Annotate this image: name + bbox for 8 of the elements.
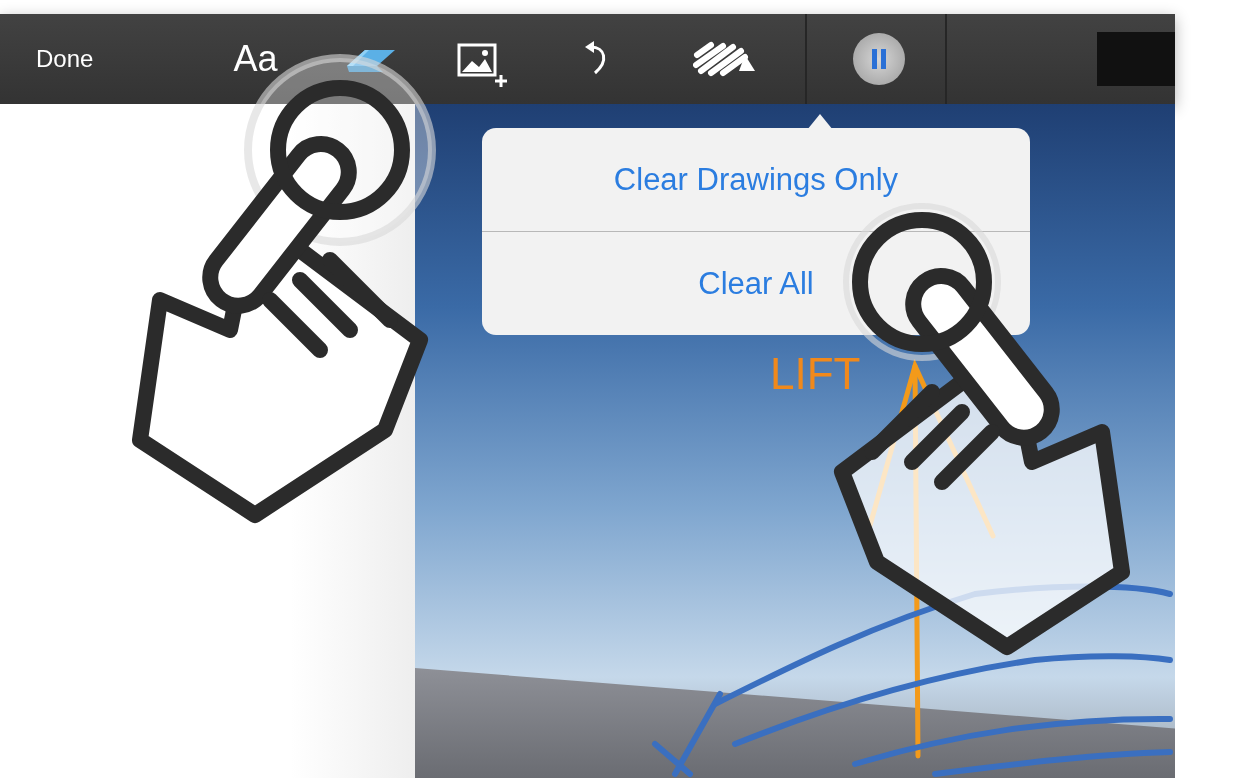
add-image-icon[interactable] [457, 43, 510, 89]
color-swatch[interactable] [1097, 32, 1175, 86]
text-tool-button[interactable]: Aa [233, 38, 278, 80]
pause-button[interactable] [853, 33, 906, 85]
done-button[interactable]: Done [36, 45, 94, 73]
menu-item[interactable]: Clear Drawings Only [482, 128, 1030, 231]
pause-icon [871, 48, 888, 70]
annotation-text: LIFT [770, 349, 861, 399]
